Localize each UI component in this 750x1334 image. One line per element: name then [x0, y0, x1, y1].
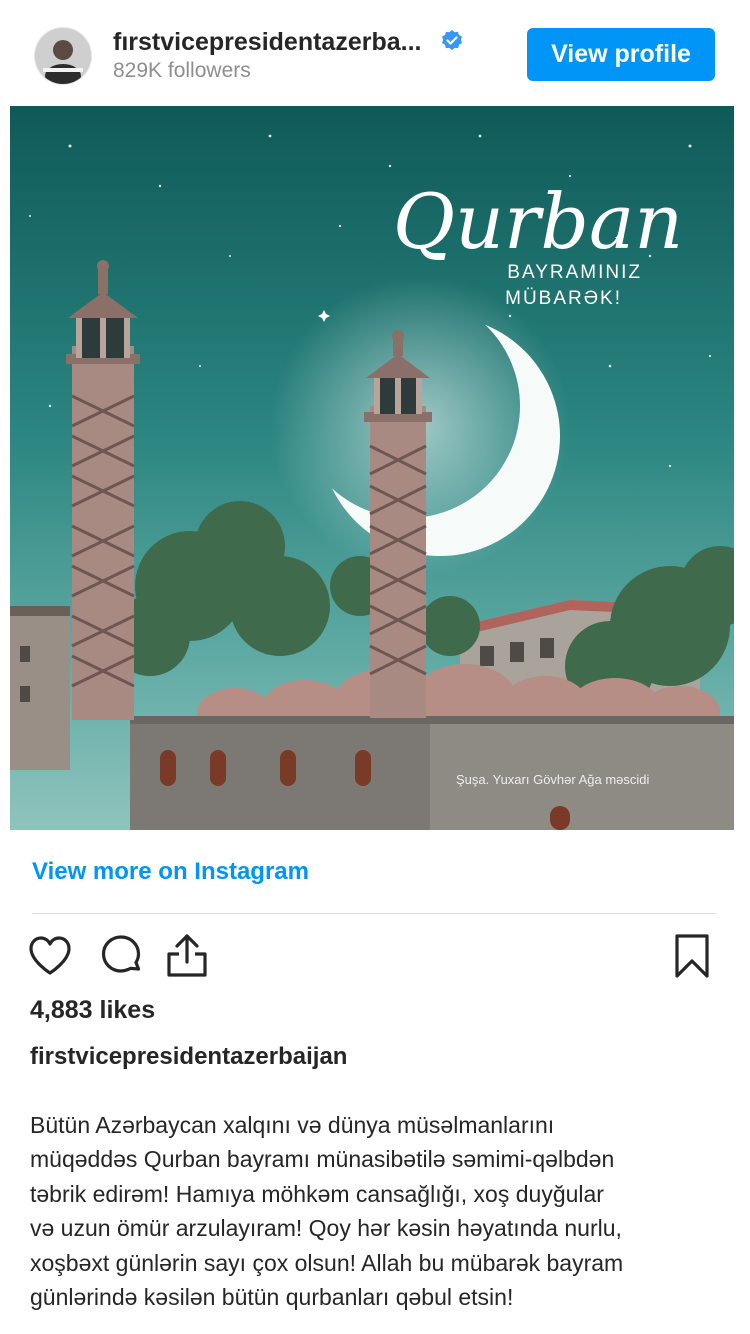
caption-line: müqəddəs Qurban bayramı münasibətilə səm… [30, 1146, 615, 1173]
post-image[interactable]: Qurban BAYRAMINIZ MÜBARƏK! Şuşa. Yuxarı … [10, 106, 734, 830]
comment-icon[interactable] [97, 932, 145, 980]
post-header: fırstvicepresidentazerba... 829K followe… [0, 0, 750, 106]
share-icon[interactable] [163, 932, 211, 980]
image-subtitle-line1: BAYRAMINIZ [507, 262, 642, 283]
image-title-script: Qurban [393, 177, 684, 266]
avatar[interactable] [34, 27, 92, 85]
post-owner-username[interactable]: firstvicepresidentazerbaijan [30, 1043, 347, 1071]
caption-line: xoşbəxt günlərin sayı çox olsun! Allah b… [30, 1249, 624, 1276]
caption-line: Bütün Azərbaycan xalqını və dünya müsəlm… [30, 1112, 555, 1138]
divider [32, 913, 716, 914]
caption-line: və uzun ömür arzulayıram! Qoy hər kəsin … [30, 1215, 622, 1242]
caption-line: günlərində kəsilən bütün qurbanları qəbu… [30, 1284, 514, 1311]
likes-count: 4,883 likes [30, 996, 156, 1024]
username[interactable]: fırstvicepresidentazerba... [113, 28, 421, 57]
image-subtitle-line2: MÜBARƏK! [505, 288, 622, 309]
view-more-link[interactable]: View more on Instagram [32, 858, 309, 886]
verified-badge-icon [442, 30, 462, 50]
view-profile-button[interactable]: View profile [527, 28, 715, 81]
heart-icon[interactable] [26, 932, 74, 980]
followers-count: 829K followers [113, 59, 251, 82]
bookmark-icon[interactable] [668, 932, 716, 980]
image-location-caption: Şuşa. Yuxarı Gövhər Ağa məscidi [456, 772, 650, 787]
caption-line: təbrik edirəm! Hamıya möhkəm cansağlığı,… [30, 1180, 604, 1207]
post-caption: Bütün Azərbaycan xalqını və dünya müsəlm… [30, 1108, 720, 1314]
